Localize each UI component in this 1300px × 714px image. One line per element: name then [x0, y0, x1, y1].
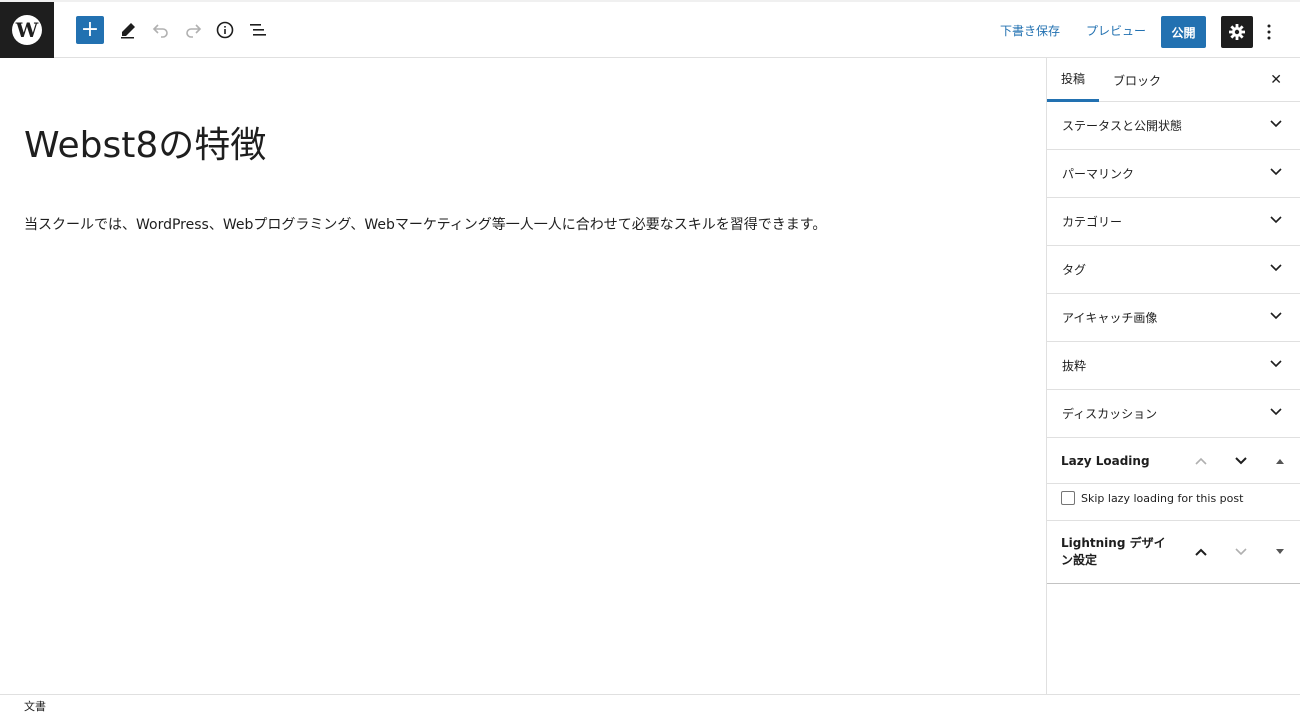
chevron-down-icon — [1270, 168, 1282, 176]
save-draft-button[interactable]: 下書き保存 — [1000, 22, 1060, 39]
panel-permalink[interactable]: パーマリンク — [1047, 150, 1300, 198]
undo-button[interactable] — [147, 16, 175, 44]
undo-icon — [152, 24, 168, 38]
editor-canvas[interactable]: Webst8の特徴 当スクールでは、WordPress、Webプログラミング、W… — [0, 58, 1046, 694]
panel-title: アイキャッチ画像 — [1062, 311, 1158, 325]
close-icon: ✕ — [1270, 72, 1282, 88]
panel-title: カテゴリー — [1062, 215, 1123, 229]
add-block-button[interactable]: + — [76, 16, 104, 44]
chevron-down-icon — [1270, 408, 1282, 416]
list-outline-icon — [250, 24, 266, 36]
chevron-down-icon — [1235, 548, 1247, 556]
panel-discussion[interactable]: ディスカッション — [1047, 390, 1300, 438]
lazy-loading-options: Skip lazy loading for this post — [1047, 484, 1300, 521]
chevron-down-icon — [1270, 120, 1282, 128]
skip-lazy-loading-checkbox[interactable] — [1061, 491, 1075, 505]
list-view-button[interactable] — [244, 16, 272, 44]
move-down-button[interactable] — [1233, 453, 1249, 469]
chevron-down-icon — [1235, 457, 1247, 465]
panel-title: Lazy Loading — [1061, 453, 1150, 468]
tools-pencil-button[interactable] — [114, 16, 142, 44]
details-info-button[interactable] — [211, 16, 239, 44]
panel-title: 抜粋 — [1062, 359, 1087, 373]
wordpress-logo-button[interactable]: W — [0, 2, 54, 58]
chevron-down-icon — [1270, 216, 1282, 224]
chevron-down-icon — [1270, 360, 1282, 368]
chevron-up-icon — [1195, 548, 1207, 556]
chevron-down-icon — [1270, 264, 1282, 272]
settings-sidebar: 投稿 ブロック ✕ ステータスと公開状態 パーマリンク カテゴリー タグ アイキ… — [1046, 58, 1300, 694]
chevron-up-icon — [1195, 457, 1207, 465]
wordpress-logo-icon: W — [12, 15, 42, 45]
panel-status[interactable]: ステータスと公開状態 — [1047, 102, 1300, 150]
panel-category[interactable]: カテゴリー — [1047, 198, 1300, 246]
panel-excerpt[interactable]: 抜粋 — [1047, 342, 1300, 390]
panel-title: パーマリンク — [1062, 167, 1135, 181]
more-options-button[interactable] — [1262, 20, 1276, 44]
panel-title: Lightning デザイン設定 — [1061, 536, 1166, 567]
redo-icon — [186, 24, 202, 38]
panel-featured-image[interactable]: アイキャッチ画像 — [1047, 294, 1300, 342]
info-icon — [216, 21, 234, 39]
editor-footer: 文書 — [0, 694, 1300, 714]
caret-up-icon — [1276, 459, 1284, 464]
expand-toggle-button[interactable] — [1272, 544, 1288, 560]
preview-button[interactable]: プレビュー — [1086, 22, 1146, 39]
tab-block[interactable]: ブロック — [1099, 58, 1175, 102]
panel-title: ディスカッション — [1062, 407, 1158, 421]
move-up-button[interactable] — [1193, 544, 1209, 560]
editor-toolbar: W + 下書き保存 プレビュー 公開 — [0, 0, 1300, 58]
panel-lightning-design[interactable]: Lightning デザイン設定 — [1047, 521, 1300, 584]
panel-lazy-loading[interactable]: Lazy Loading — [1047, 438, 1300, 484]
close-sidebar-button[interactable]: ✕ — [1270, 72, 1282, 88]
panel-title: タグ — [1062, 263, 1087, 277]
sidebar-tabs: 投稿 ブロック ✕ — [1047, 58, 1300, 102]
collapse-toggle-button[interactable] — [1272, 453, 1288, 469]
caret-down-icon — [1276, 549, 1284, 554]
paragraph-block[interactable]: 当スクールでは、WordPress、Webプログラミング、Webマーケティング等… — [24, 214, 826, 234]
move-up-button[interactable] — [1193, 453, 1209, 469]
checkbox-label: Skip lazy loading for this post — [1081, 492, 1244, 505]
settings-button[interactable] — [1221, 16, 1253, 48]
vertical-dots-icon — [1267, 24, 1271, 40]
block-breadcrumb[interactable]: 文書 — [24, 698, 46, 714]
gear-icon — [1229, 24, 1245, 40]
post-title[interactable]: Webst8の特徴 — [24, 116, 266, 168]
publish-button[interactable]: 公開 — [1161, 16, 1206, 48]
move-down-button[interactable] — [1233, 544, 1249, 560]
pencil-icon — [121, 23, 135, 39]
panel-tags[interactable]: タグ — [1047, 246, 1300, 294]
redo-button[interactable] — [179, 16, 207, 44]
tab-post[interactable]: 投稿 — [1047, 58, 1100, 102]
chevron-down-icon — [1270, 312, 1282, 320]
panel-title: ステータスと公開状態 — [1062, 119, 1183, 133]
